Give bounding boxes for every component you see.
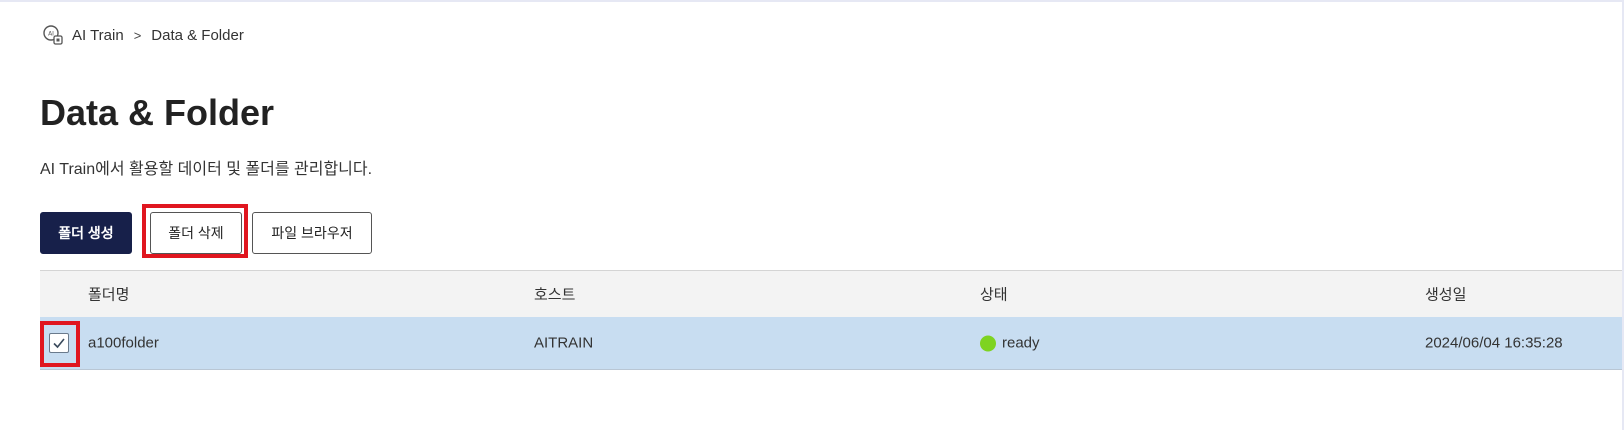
row-checkbox[interactable] [49,333,69,353]
page-frame: AI AI Train > Data & Folder Data & Folde… [0,0,1624,430]
page-title: Data & Folder [40,92,275,133]
cell-host: AITRAIN [534,334,594,352]
status-ready-icon [980,335,996,351]
column-header-created[interactable]: 생성일 [1425,284,1466,305]
status-label: ready [1002,334,1040,352]
cell-status: ready [980,335,1040,352]
cell-folder-name: a100folder [88,334,159,352]
breadcrumb-current: Data & Folder [151,26,244,44]
checkmark-icon [53,338,65,349]
breadcrumb-separator: > [133,27,142,43]
column-header-host[interactable]: 호스트 [534,284,575,305]
folder-table: 폴더명 호스트 상태 생성일 a100folder AITRAIN ready … [40,270,1622,370]
ai-train-icon: AI [42,24,64,46]
create-folder-button[interactable]: 폴더 생성 [40,212,132,254]
file-browser-button[interactable]: 파일 브라우저 [252,212,372,254]
delete-folder-button[interactable]: 폴더 삭제 [150,212,242,254]
table-row[interactable]: a100folder AITRAIN ready 2024/06/04 16:3… [40,317,1622,370]
page-description: AI Train에서 활용할 데이터 및 폴더를 관리합니다. [40,161,373,178]
column-header-name[interactable]: 폴더명 [88,284,129,305]
table-header: 폴더명 호스트 상태 생성일 [40,270,1622,317]
column-header-status[interactable]: 상태 [980,284,1008,305]
breadcrumb-root[interactable]: AI Train [72,27,124,44]
svg-text:AI: AI [48,31,54,38]
cell-created: 2024/06/04 16:35:28 [1425,334,1563,352]
breadcrumb: AI AI Train > Data & Folder [42,24,244,46]
